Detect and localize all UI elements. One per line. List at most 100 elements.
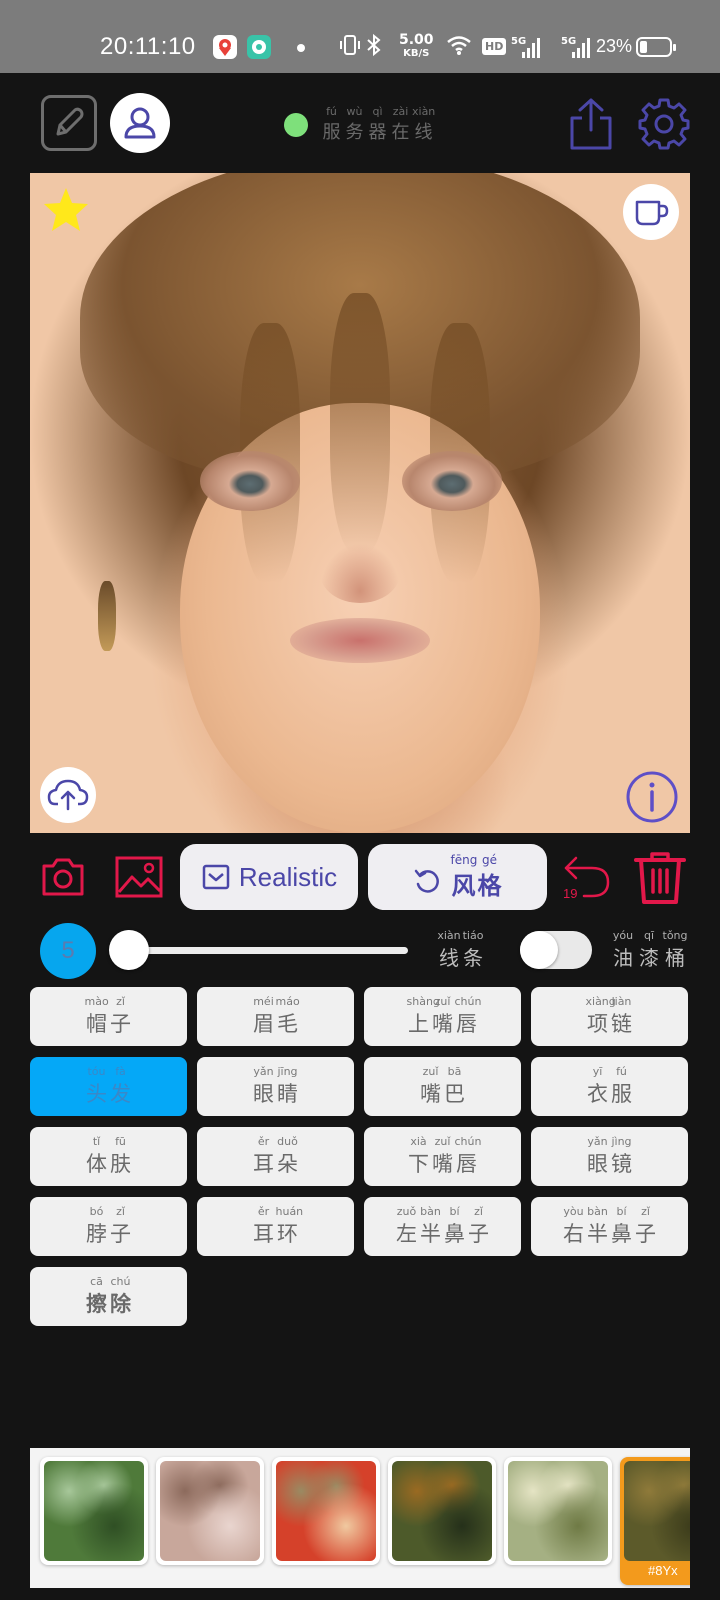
part-button[interactable]: yǎn 眼 jīng 睛: [197, 1057, 354, 1116]
part-button[interactable]: cā 擦 chú 除: [30, 1267, 187, 1326]
part-label-char: bó 脖: [86, 1204, 107, 1246]
part-label-char: shàng 上: [406, 994, 440, 1036]
part-label-char: yǎn 眼: [587, 1134, 608, 1176]
image-gallery-icon: [115, 856, 163, 898]
part-label-char: fú 服: [611, 1064, 632, 1106]
edit-button[interactable]: [41, 95, 97, 151]
paint-bucket-label: yóu 油 qī 漆 tǒng 桶: [612, 929, 688, 971]
part-label-char: zǐ 子: [110, 1204, 131, 1246]
hd-voice-badge: HD: [482, 38, 507, 55]
style-thumbnail-strip[interactable]: #8Yx: [30, 1448, 690, 1588]
part-label-char: méi 眉: [253, 994, 274, 1036]
part-button[interactable]: tóu 头 fà 发: [30, 1057, 187, 1116]
part-label-char: zuǒ 左: [396, 1204, 417, 1246]
settings-gear-icon: [638, 98, 690, 150]
part-label-char: chún 唇: [454, 994, 482, 1036]
part-button[interactable]: mào 帽 zǐ 子: [30, 987, 187, 1046]
portrait-canvas[interactable]: [30, 173, 690, 833]
gallery-button[interactable]: [114, 855, 164, 899]
hair-strand: [330, 293, 390, 553]
style-button[interactable]: fēng 风 gé 格: [368, 844, 547, 910]
earring: [98, 581, 116, 651]
style-thumb-autumn-forest[interactable]: [388, 1457, 496, 1565]
part-button[interactable]: méi 眉 máo 毛: [197, 987, 354, 1046]
part-label-char: chún 唇: [454, 1134, 482, 1176]
part-label-char: yǎn 眼: [253, 1064, 274, 1106]
edit-icon: [56, 107, 84, 136]
part-label-char: yòu 右: [563, 1204, 584, 1246]
status-bar: 20:11:10 5.00 KB/S HD 5G 5G 23%: [0, 0, 720, 73]
realistic-label: Realistic: [238, 861, 338, 892]
brush-size-badge: 5: [40, 923, 96, 979]
brush-size-slider[interactable]: [128, 947, 408, 954]
style-thumbnail-image: [276, 1461, 376, 1561]
realistic-mode-button[interactable]: Realistic: [180, 844, 358, 910]
chat-app-icon: [247, 35, 271, 59]
user-profile-button[interactable]: [110, 93, 170, 153]
coffee-cup-button[interactable]: [623, 184, 679, 240]
style-thumb-mossy-texture[interactable]: [504, 1457, 612, 1565]
cloud-upload-button[interactable]: [40, 767, 96, 823]
style-thumb-green-foliage[interactable]: [40, 1457, 148, 1565]
favorite-star-icon[interactable]: [41, 186, 91, 234]
status-time: 20:11:10: [100, 33, 196, 60]
part-label-char: ěr 耳: [253, 1204, 274, 1246]
style-thumb-pink-blossom[interactable]: [156, 1457, 264, 1565]
part-label-char: yī 衣: [587, 1064, 608, 1106]
part-button[interactable]: ěr 耳 duǒ 朵: [197, 1127, 354, 1186]
style-thumbnail-image: [160, 1461, 260, 1561]
part-label-char: tǐ 体: [86, 1134, 107, 1176]
share-icon: [570, 98, 612, 150]
nose: [320, 543, 400, 603]
signal-icon: [522, 38, 540, 58]
part-label-char: xià 下: [408, 1134, 429, 1176]
brush-size-slider-thumb[interactable]: [109, 930, 149, 970]
part-button[interactable]: shàng 上 zuǐ 嘴 chún 唇: [364, 987, 521, 1046]
right-eye: [402, 451, 502, 511]
part-button[interactable]: xiàng 项 liàn 链: [531, 987, 688, 1046]
part-label-char: ěr 耳: [253, 1134, 274, 1176]
left-eye: [200, 451, 300, 511]
part-label-char: jìng 镜: [611, 1134, 632, 1176]
mail-check-icon: [202, 864, 230, 890]
part-label-char: zuǐ 嘴: [420, 1064, 441, 1106]
wifi-icon: [446, 33, 472, 62]
part-label-char: bàn 半: [587, 1204, 608, 1246]
part-button[interactable]: yī 衣 fú 服: [531, 1057, 688, 1116]
style-thumbnail-image: [508, 1461, 608, 1561]
style-thumb-selected[interactable]: #8Yx: [620, 1457, 690, 1585]
style-thumb-red-tree[interactable]: [272, 1457, 380, 1565]
delete-button[interactable]: [634, 850, 686, 906]
part-button[interactable]: tǐ 体 fū 肤: [30, 1127, 187, 1186]
part-label-char: bàn 半: [420, 1204, 441, 1246]
cloud-upload-icon: [47, 779, 89, 811]
map-app-icon: [213, 35, 237, 59]
part-button[interactable]: yǎn 眼 jìng 镜: [531, 1127, 688, 1186]
part-label-char: tóu 头: [86, 1064, 107, 1106]
part-label-char: huán 环: [275, 1204, 304, 1246]
part-label-char: bā 巴: [444, 1064, 465, 1106]
part-label-char: mào 帽: [84, 994, 109, 1036]
part-button[interactable]: ěr 耳 huán 环: [197, 1197, 354, 1256]
part-label-char: fà 发: [110, 1064, 131, 1106]
camera-button[interactable]: [40, 856, 86, 898]
part-button[interactable]: yòu 右 bàn 半 bí 鼻 zǐ 子: [531, 1197, 688, 1256]
part-label-char: zǐ 子: [468, 1204, 489, 1246]
share-button[interactable]: [566, 96, 616, 152]
part-button[interactable]: zuǒ 左 bàn 半 bí 鼻 zǐ 子: [364, 1197, 521, 1256]
part-label-char: chú 除: [110, 1274, 131, 1316]
part-button[interactable]: bó 脖 zǐ 子: [30, 1197, 187, 1256]
part-label-char: máo 毛: [275, 994, 300, 1036]
info-button[interactable]: [625, 770, 679, 824]
server-status-text: fú 服 wù 务 qì 器 zài 在 xiàn 线: [322, 105, 436, 144]
part-button[interactable]: xià 下 zuǐ 嘴 chún 唇: [364, 1127, 521, 1186]
part-label-char: xiàng 项: [585, 994, 616, 1036]
battery-icon: [636, 37, 676, 57]
network-speed: 5.00 KB/S: [399, 32, 434, 59]
style-thumbnail-image: [44, 1461, 144, 1561]
coffee-cup-icon: [635, 200, 669, 226]
settings-button[interactable]: [636, 96, 692, 152]
part-button[interactable]: zuǐ 嘴 bā 巴: [364, 1057, 521, 1116]
paint-bucket-toggle[interactable]: [520, 931, 592, 969]
style-thumbnail-image: [392, 1461, 492, 1561]
